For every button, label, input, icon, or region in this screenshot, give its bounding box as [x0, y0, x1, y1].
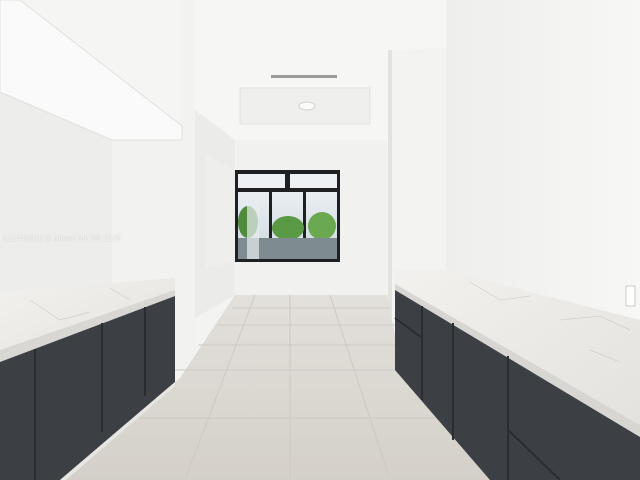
ceiling-vent	[271, 75, 337, 78]
recessed-light	[298, 101, 316, 111]
wall-outlet	[625, 285, 636, 307]
interior-photo: A11445810 © Miami MLS® 2025	[0, 0, 640, 480]
trees	[272, 216, 304, 240]
back-window	[234, 170, 340, 262]
mls-watermark: A11445810 © Miami MLS® 2025	[2, 234, 122, 243]
